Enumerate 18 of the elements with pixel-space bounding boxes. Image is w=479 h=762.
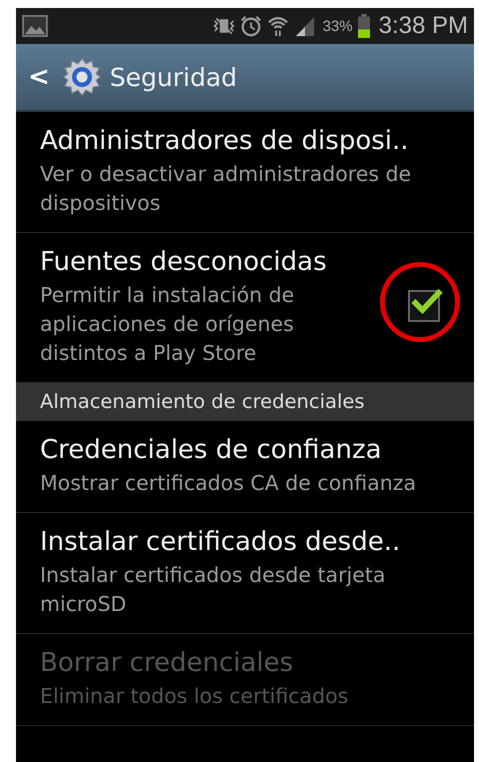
setting-title: Credenciales de confianza	[40, 434, 383, 467]
back-button[interactable]: <	[24, 62, 54, 92]
setting-summary: Instalar certificados desde tarjeta microSD	[40, 562, 386, 618]
setting-summary: Eliminar todos los certificados	[40, 683, 350, 710]
setting-title: Borrar credenciales	[40, 647, 294, 680]
setting-title: Fuentes desconocidas	[40, 246, 328, 279]
setting-item[interactable]: Credenciales de confianza Mostrar certificados CA de confianza	[16, 421, 474, 513]
setting-summary: Permitir la instalación de aplicaciones de orígenes distintos a Play Store	[40, 282, 296, 367]
setting-title: Instalar certificados desde..	[40, 526, 402, 559]
setting-item[interactable]: Instalar certificados desde.. Instalar certificados desde tarjeta microSD	[16, 513, 474, 634]
category-header: Almacenamiento de credenciales	[16, 383, 474, 421]
setting-summary: Mostrar certificados CA de confianza	[40, 470, 418, 497]
screen-title: Seguridad	[110, 62, 238, 92]
setting-item[interactable]: Administradores de disposi.. Ver o desactivar administradores de dispositivos	[16, 112, 474, 233]
setting-summary: Ver o desactivar administradores de dispositivos	[40, 161, 412, 217]
clock-time: 3:38 PM	[378, 12, 468, 40]
battery-percent: 33%	[322, 18, 353, 34]
setting-title: Administradores de disposi..	[40, 125, 410, 158]
